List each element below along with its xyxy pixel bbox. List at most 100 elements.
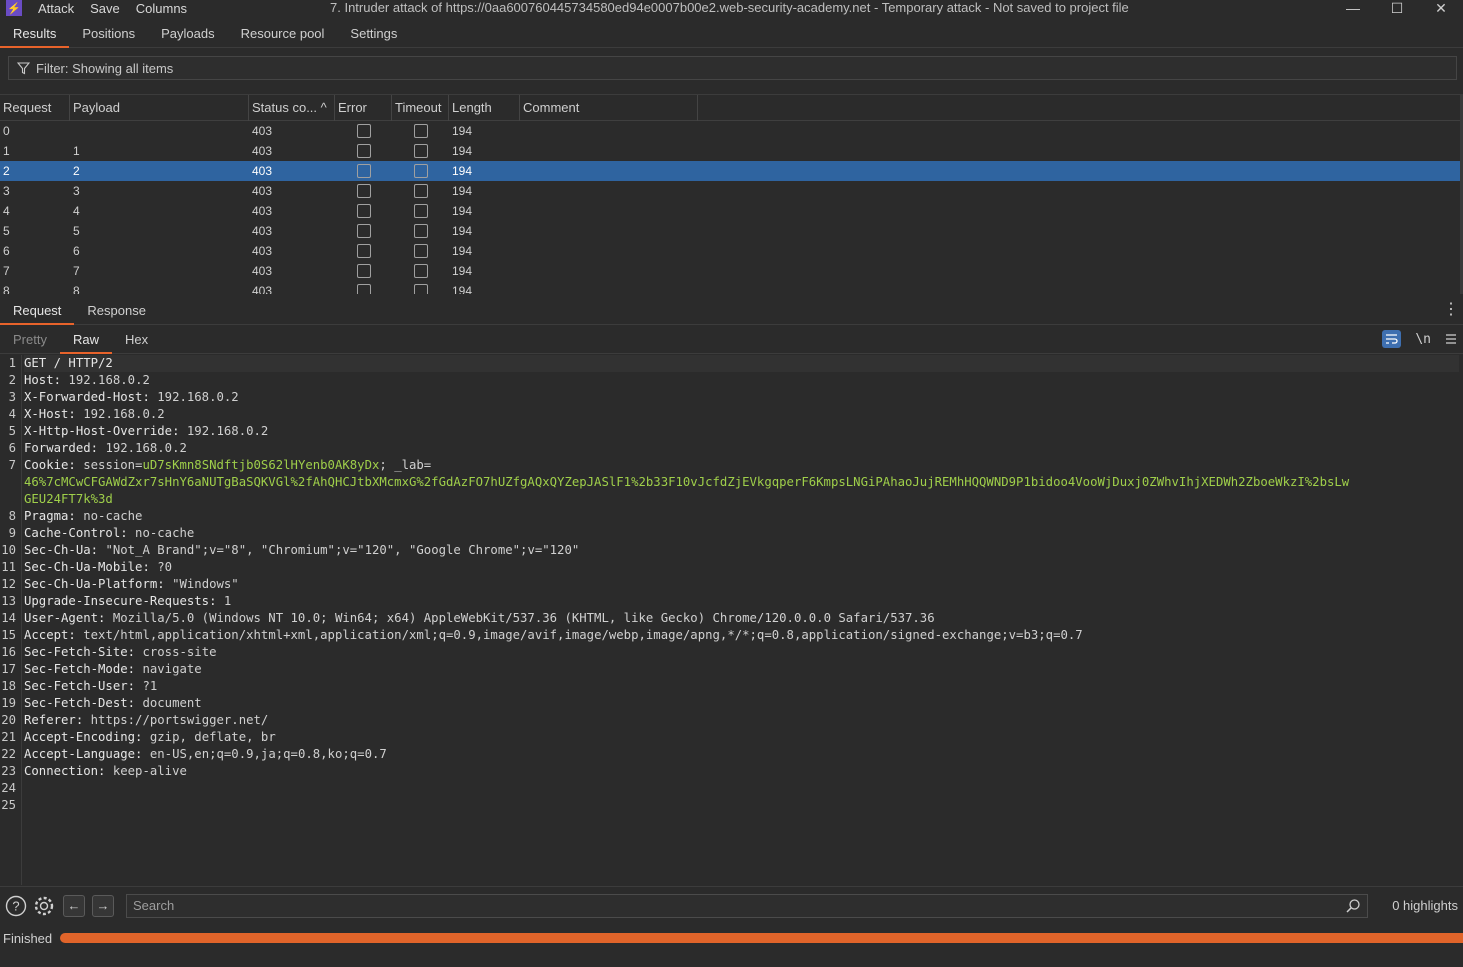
help-icon[interactable]: ? [4,894,28,918]
search-placeholder: Search [133,898,175,913]
cell-status: 403 [252,144,273,158]
timeout-checkbox[interactable] [413,244,428,258]
tab-settings[interactable]: Settings [337,26,410,47]
view-tabs: Pretty Raw Hex \n [0,327,1463,354]
line-number: 12 [1,577,16,591]
header-name: Sec-Fetch-Site: [24,645,136,659]
table-row[interactable]: 2 2 403 194 [0,161,1460,181]
table-row[interactable]: 7 7 403 194 [0,261,1460,281]
search-input[interactable]: Search [126,894,1368,918]
cell-status: 403 [252,244,273,258]
col-error[interactable]: Error [335,95,392,121]
request-editor[interactable]: 1 2 3 4 5 6 7 8 9 10 11 12 13 14 15 16 17 18 19 20 21 22 23 24 2… [0,355,1463,885]
code-line: Sec-Ch-Ua-Platform: "Windows" [24,576,1459,593]
table-row[interactable]: 4 4 403 194 [0,201,1460,221]
error-checkbox[interactable] [356,184,371,198]
cell-status: 403 [252,264,273,278]
col-payload[interactable]: Payload [70,95,249,121]
filter-bar[interactable]: Filter: Showing all items [8,56,1457,80]
cell-length: 194 [452,224,473,238]
cell-timeout [392,221,449,241]
code-line: Accept: text/html,application/xhtml+xml,… [24,627,1459,644]
error-checkbox[interactable] [356,124,371,138]
error-checkbox[interactable] [356,284,371,294]
header-value: 192.168.0.2 [179,424,269,438]
tab-payloads[interactable]: Payloads [148,26,227,47]
timeout-checkbox[interactable] [413,144,428,158]
col-length[interactable]: Length [449,95,520,121]
cell-error [335,141,392,161]
timeout-checkbox[interactable] [413,164,428,178]
cell-timeout [392,141,449,161]
back-arrow-icon[interactable]: ← [63,894,85,917]
tab-pretty[interactable]: Pretty [0,332,60,353]
table-row[interactable]: 5 5 403 194 [0,221,1460,241]
tab-raw[interactable]: Raw [59,332,112,354]
cookie-value: uD7sKmn8SNdftjb0S62lHYenb0AK8yDx [142,458,380,472]
menu-save[interactable]: Save [90,1,120,16]
tab-request[interactable]: Request [0,303,75,325]
cell-timeout [392,241,449,261]
tab-results[interactable]: Results [0,26,70,48]
maximize-icon[interactable]: ☐ [1375,0,1419,16]
code-line: Sec-Ch-Ua: "Not_A Brand";v="8", "Chromiu… [24,542,1459,559]
cell-timeout [392,281,449,294]
error-checkbox[interactable] [356,224,371,238]
line-number: 22 [1,747,16,761]
cell-payload: 1 [73,144,80,158]
word-wrap-icon[interactable] [1382,330,1402,348]
error-checkbox[interactable] [356,144,371,158]
error-checkbox[interactable] [356,244,371,258]
timeout-checkbox[interactable] [413,124,428,138]
more-options-icon[interactable]: ⋮ [1443,302,1459,318]
timeout-checkbox[interactable] [413,264,428,278]
col-request[interactable]: Request [0,95,70,121]
code-line: Pragma: no-cache [24,508,1459,525]
search-icon[interactable] [1345,898,1361,914]
timeout-checkbox[interactable] [413,224,428,238]
close-icon[interactable]: ✕ [1419,0,1463,16]
tab-resource-pool[interactable]: Resource pool [228,26,338,47]
newline-toggle-icon[interactable]: \n [1415,332,1431,347]
request-code[interactable]: GET / HTTP/2 Host: 192.168.0.2 X-Forwarded… [24,355,1459,814]
line-number: 4 [8,407,16,421]
line-number: 25 [1,798,16,812]
cell-comment [520,181,698,201]
menu-attack[interactable]: Attack [38,1,74,16]
tab-response[interactable]: Response [74,303,159,324]
cell-comment [520,241,698,261]
cell-timeout [392,261,449,281]
menu-columns[interactable]: Columns [136,1,187,16]
header-value: 192.168.0.2 [61,373,150,387]
timeout-checkbox[interactable] [413,284,428,294]
minimize-icon[interactable]: — [1331,0,1375,16]
tab-positions[interactable]: Positions [69,26,148,47]
error-checkbox[interactable] [356,164,371,178]
menu-icon[interactable] [1445,333,1457,345]
error-checkbox[interactable] [356,264,371,278]
header-value-cont: ; _lab= [379,458,432,472]
code-line: X-Http-Host-Override: 192.168.0.2 [24,423,1459,440]
col-timeout[interactable]: Timeout [392,95,449,121]
forward-arrow-icon[interactable]: → [92,894,114,917]
header-name: Upgrade-Insecure-Requests: [24,594,217,608]
table-row[interactable]: 1 1 403 194 [0,141,1460,161]
code-line: Sec-Ch-Ua-Mobile: ?0 [24,559,1459,576]
table-row[interactable]: 3 3 403 194 [0,181,1460,201]
cell-comment [520,281,698,294]
cell-request: 0 [3,124,10,138]
col-status[interactable]: Status co... ^ [249,95,335,121]
table-row[interactable]: 0 403 194 [0,121,1460,141]
col-comment[interactable]: Comment [520,95,698,121]
header-value: navigate [135,662,202,676]
table-row[interactable]: 8 8 403 194 [0,281,1460,294]
timeout-checkbox[interactable] [413,184,428,198]
settings-gear-icon[interactable] [32,894,56,918]
table-row[interactable]: 6 6 403 194 [0,241,1460,261]
tab-hex[interactable]: Hex [112,332,161,353]
main-tabs: Results Positions Payloads Resource pool… [0,16,1463,48]
cell-timeout [392,201,449,221]
error-checkbox[interactable] [356,204,371,218]
timeout-checkbox[interactable] [413,204,428,218]
